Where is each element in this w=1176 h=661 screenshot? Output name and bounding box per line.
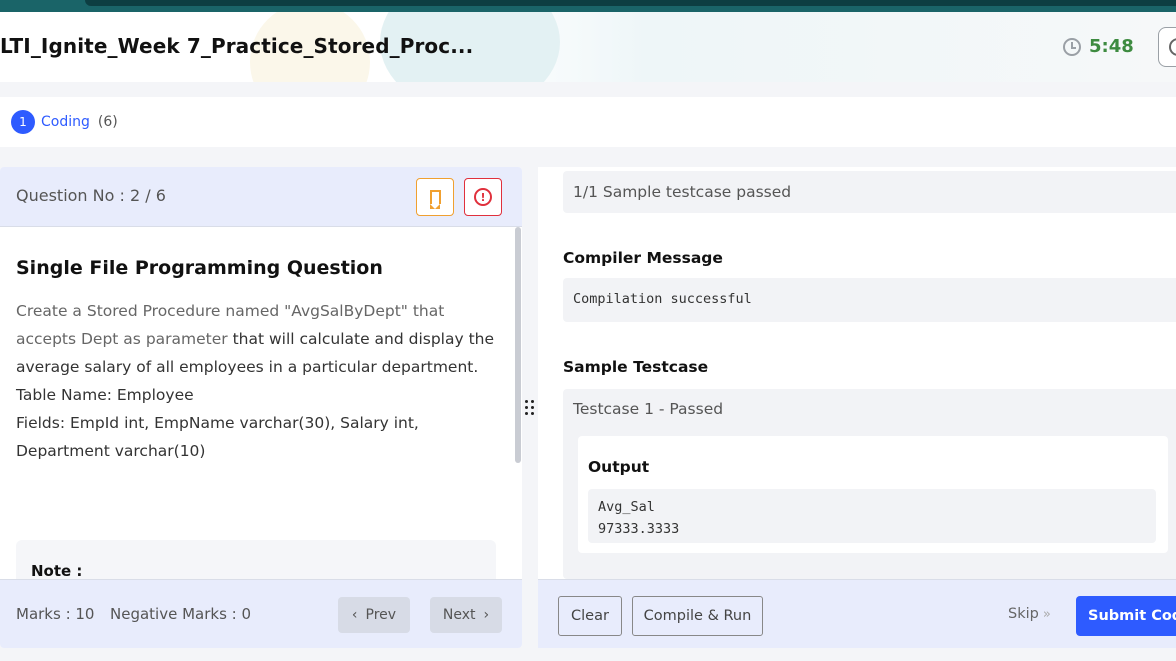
top-accent-band xyxy=(0,0,1176,12)
skip-label: Skip xyxy=(1008,606,1039,622)
section-bar: 1 Coding (6) xyxy=(0,97,1176,147)
chevron-right-icon: › xyxy=(483,607,490,623)
compile-run-button[interactable]: Compile & Run xyxy=(632,596,763,636)
report-button[interactable]: ! xyxy=(464,178,502,216)
bookmark-icon xyxy=(429,190,441,209)
output-code: Avg_Sal 97333.3333 xyxy=(588,489,1156,543)
results-footer: Clear Compile & Run Skip » Submit Code xyxy=(538,579,1176,648)
question-title: Single File Programming Question xyxy=(16,257,383,279)
prev-button[interactable]: ‹ Prev xyxy=(338,597,410,633)
question-panel: Question No : 2 / 6 ! Single File Progra… xyxy=(0,167,522,648)
output-line: 97333.3333 xyxy=(598,521,680,537)
results-panel: 1/1 Sample testcase passed Compiler Mess… xyxy=(538,167,1176,648)
timer-value: 5:48 xyxy=(1089,36,1134,57)
question-header: Question No : 2 / 6 ! xyxy=(0,167,522,227)
section-number-badge[interactable]: 1 xyxy=(11,110,35,134)
clock-icon xyxy=(1063,37,1081,56)
marks: Marks : 10 xyxy=(16,605,95,623)
question-body: Single File Programming Question Create … xyxy=(16,257,506,465)
testcase-heading: Sample Testcase xyxy=(563,358,709,376)
output-card: Output Avg_Sal 97333.3333 xyxy=(578,436,1168,553)
alert-circle-icon: ! xyxy=(474,188,492,206)
section-tab-coding[interactable]: Coding xyxy=(41,114,90,130)
circle-icon xyxy=(1169,38,1176,56)
test-title: LTI_Ignite_Week 7_Practice_Stored_Proc..… xyxy=(0,34,474,58)
question-table-name: Table Name: Employee xyxy=(16,386,194,404)
double-chevron-right-icon: » xyxy=(1042,606,1051,622)
skip-button[interactable]: Skip » xyxy=(1008,606,1051,622)
prev-label: Prev xyxy=(365,607,397,623)
compiler-message: Compilation successful xyxy=(563,278,1176,322)
testcase-box: Testcase 1 - Passed Output Avg_Sal 97333… xyxy=(563,389,1176,579)
chevron-left-icon: ‹ xyxy=(351,607,358,623)
section-question-count: (6) xyxy=(97,114,118,130)
output-heading: Output xyxy=(588,458,650,476)
header: LTI_Ignite_Week 7_Practice_Stored_Proc..… xyxy=(0,12,1176,82)
header-action-button[interactable] xyxy=(1158,27,1176,67)
timer: 5:48 xyxy=(1063,36,1134,57)
question-number: Question No : 2 / 6 xyxy=(16,186,166,205)
panel-resize-handle[interactable] xyxy=(525,400,535,418)
compiler-heading: Compiler Message xyxy=(563,249,723,267)
testcase-label: Testcase 1 - Passed xyxy=(573,400,724,418)
question-footer: Marks : 10 Negative Marks : 0 ‹ Prev Nex… xyxy=(0,579,522,648)
negative-marks: Negative Marks : 0 xyxy=(110,605,252,623)
output-line: Avg_Sal xyxy=(598,499,655,515)
question-scrollbar[interactable] xyxy=(515,227,521,463)
sample-status: 1/1 Sample testcase passed xyxy=(563,171,1176,213)
next-button[interactable]: Next › xyxy=(430,597,502,633)
clear-button[interactable]: Clear xyxy=(558,596,622,636)
submit-button[interactable]: Submit Code xyxy=(1076,596,1176,636)
note-label: Note : xyxy=(31,562,83,580)
question-fields: Fields: EmpId int, EmpName varchar(30), … xyxy=(16,414,419,460)
next-label: Next xyxy=(442,607,476,623)
question-text: Create a Stored Procedure named "AvgSalB… xyxy=(16,297,506,465)
bookmark-button[interactable] xyxy=(416,178,454,216)
